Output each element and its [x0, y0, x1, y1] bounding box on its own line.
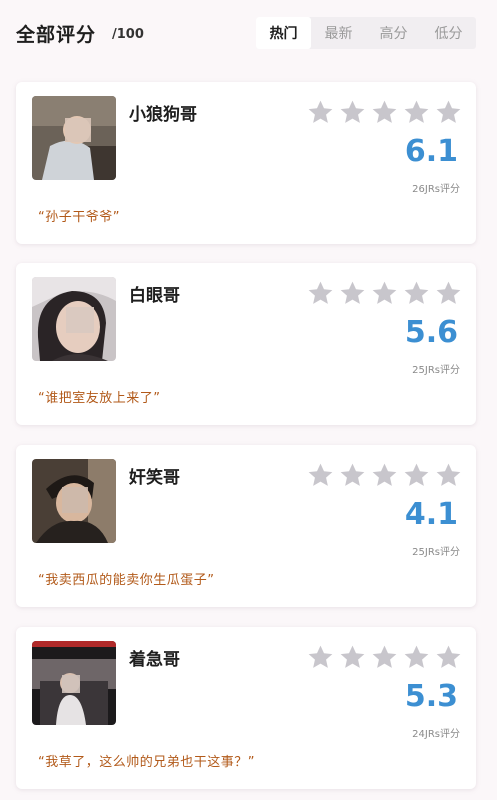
tab-latest[interactable]: 最新 [311, 17, 366, 49]
star-icon[interactable] [338, 98, 367, 127]
star-icon[interactable] [338, 461, 367, 490]
rating-card[interactable]: 奸笑哥 4.1 25JRs评分 “我卖西瓜的能卖你生瓜蛋子” [16, 445, 476, 607]
rating-card[interactable]: 小狼狗哥 6.1 26JRs评分 “孙子干爷爷” [16, 82, 476, 244]
person-photo-icon[interactable] [32, 459, 116, 543]
vote-count: 25JRs评分 [412, 547, 460, 558]
star-rating[interactable] [306, 98, 463, 127]
star-icon[interactable] [306, 461, 335, 490]
star-icon[interactable] [338, 279, 367, 308]
star-icon[interactable] [402, 98, 431, 127]
star-icon[interactable] [338, 643, 367, 672]
person-name: 奸笑哥 [129, 468, 180, 488]
rating-card[interactable]: 着急哥 5.3 24JRs评分 “我草了，这么帅的兄弟也干这事？” [16, 627, 476, 789]
star-icon[interactable] [402, 643, 431, 672]
star-icon[interactable] [434, 643, 463, 672]
star-icon[interactable] [434, 98, 463, 127]
person-name: 白眼哥 [129, 286, 180, 306]
star-rating[interactable] [306, 461, 463, 490]
star-rating[interactable] [306, 643, 463, 672]
star-icon[interactable] [306, 98, 335, 127]
person-photo-icon[interactable] [32, 277, 116, 361]
page-title: 全部评分 [16, 24, 97, 46]
quote-text: “孙子干爷爷” [38, 210, 120, 225]
star-icon[interactable] [402, 279, 431, 308]
star-icon[interactable] [434, 279, 463, 308]
person-name: 着急哥 [129, 650, 180, 670]
person-photo-icon[interactable] [32, 96, 116, 180]
tab-hot[interactable]: 热门 [256, 17, 311, 49]
person-name: 小狼狗哥 [129, 105, 197, 125]
page-header: 全部评分 /100 热门 最新 高分 低分 [0, 0, 497, 70]
star-icon[interactable] [434, 461, 463, 490]
quote-text: “我卖西瓜的能卖你生瓜蛋子” [38, 573, 215, 588]
star-icon[interactable] [306, 279, 335, 308]
quote-text: “谁把室友放上来了” [38, 391, 161, 406]
rating-card[interactable]: 白眼哥 5.6 25JRs评分 “谁把室友放上来了” [16, 263, 476, 425]
tab-low-score[interactable]: 低分 [421, 17, 476, 49]
star-icon[interactable] [370, 98, 399, 127]
star-icon[interactable] [370, 279, 399, 308]
star-rating[interactable] [306, 279, 463, 308]
star-icon[interactable] [306, 643, 335, 672]
score-value: 5.3 [404, 679, 458, 714]
vote-count: 24JRs评分 [412, 729, 460, 740]
person-photo-icon[interactable] [32, 641, 116, 725]
star-icon[interactable] [370, 643, 399, 672]
vote-count: 25JRs评分 [412, 365, 460, 376]
score-scale-label: /100 [112, 27, 144, 42]
tab-high-score[interactable]: 高分 [366, 17, 421, 49]
star-icon[interactable] [402, 461, 431, 490]
vote-count: 26JRs评分 [412, 184, 460, 195]
score-value: 5.6 [404, 315, 458, 350]
star-icon[interactable] [370, 461, 399, 490]
quote-text: “我草了，这么帅的兄弟也干这事？” [38, 755, 255, 770]
score-value: 4.1 [404, 497, 458, 532]
score-value: 6.1 [404, 134, 458, 169]
sort-tabs: 热门 最新 高分 低分 [256, 17, 476, 49]
